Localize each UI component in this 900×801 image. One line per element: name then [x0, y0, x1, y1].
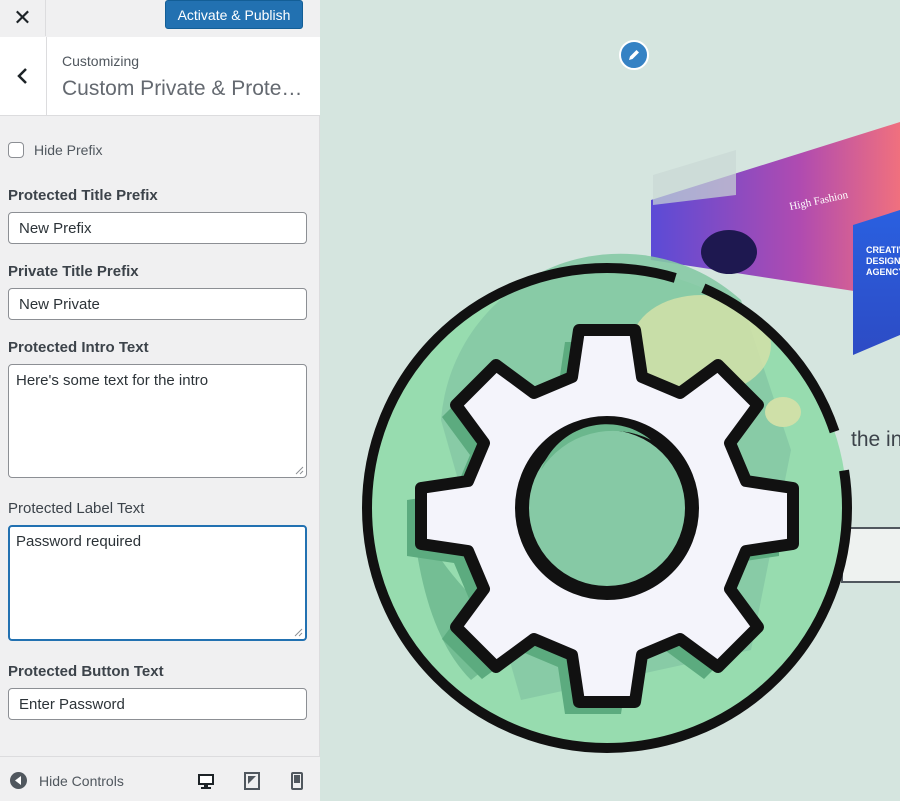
resize-handle-icon[interactable] [294, 465, 304, 475]
resize-handle-icon[interactable] [293, 627, 303, 637]
protected-title-prefix-label: Protected Title Prefix [8, 187, 158, 204]
tablet-preview-button[interactable] [242, 771, 262, 791]
hide-controls-label: Hide Controls [39, 772, 124, 789]
desktop-icon [198, 773, 214, 789]
protected-label-text-value: Password required [16, 533, 142, 550]
back-button[interactable] [0, 37, 47, 115]
chevron-left-icon [17, 68, 27, 84]
protected-label-text-textarea[interactable]: Password required [8, 525, 307, 641]
customizer-topbar: ✕ Activate & Publish [0, 0, 320, 38]
protected-button-text-input[interactable]: Enter Password [8, 688, 307, 720]
close-icon: ✕ [13, 5, 32, 31]
activate-publish-button[interactable]: Activate & Publish [165, 0, 303, 29]
customizing-label: Customizing [62, 53, 140, 69]
customizer-footer: Hide Controls [0, 756, 320, 801]
protected-intro-text-label: Protected Intro Text [8, 339, 149, 356]
customizer-sidebar: ✕ Activate & Publish Customizing Custom … [0, 0, 320, 801]
tablet-icon [244, 772, 260, 790]
collapse-arrow-icon [10, 772, 27, 789]
protected-title-prefix-input[interactable]: New Prefix [8, 212, 307, 244]
private-title-prefix-input[interactable]: New Private [8, 288, 307, 320]
protected-intro-text-value: Here's some text for the intro [16, 372, 209, 389]
close-button[interactable]: ✕ [0, 0, 46, 36]
hide-prefix-label: Hide Prefix [34, 142, 103, 158]
hide-prefix-row[interactable]: Hide Prefix [8, 142, 102, 158]
protected-button-text-label: Protected Button Text [8, 663, 164, 680]
protected-intro-text-textarea[interactable]: Here's some text for the intro [8, 364, 307, 478]
gear-icon [362, 253, 852, 753]
mobile-icon [291, 772, 303, 790]
hide-controls-button[interactable]: Hide Controls [10, 772, 124, 789]
panel-title: Custom Private & Protect... [62, 77, 310, 100]
protected-label-text-label: Protected Label Text [8, 500, 145, 517]
mobile-preview-button[interactable] [287, 771, 307, 791]
site-preview: High Fashion CREATIVE DESIGN AGENCY the … [321, 0, 900, 800]
desktop-preview-button[interactable] [196, 771, 216, 791]
private-title-prefix-label: Private Title Prefix [8, 263, 139, 280]
hide-prefix-checkbox[interactable] [8, 142, 24, 158]
panel-header: Customizing Custom Private & Protect... [0, 37, 320, 116]
